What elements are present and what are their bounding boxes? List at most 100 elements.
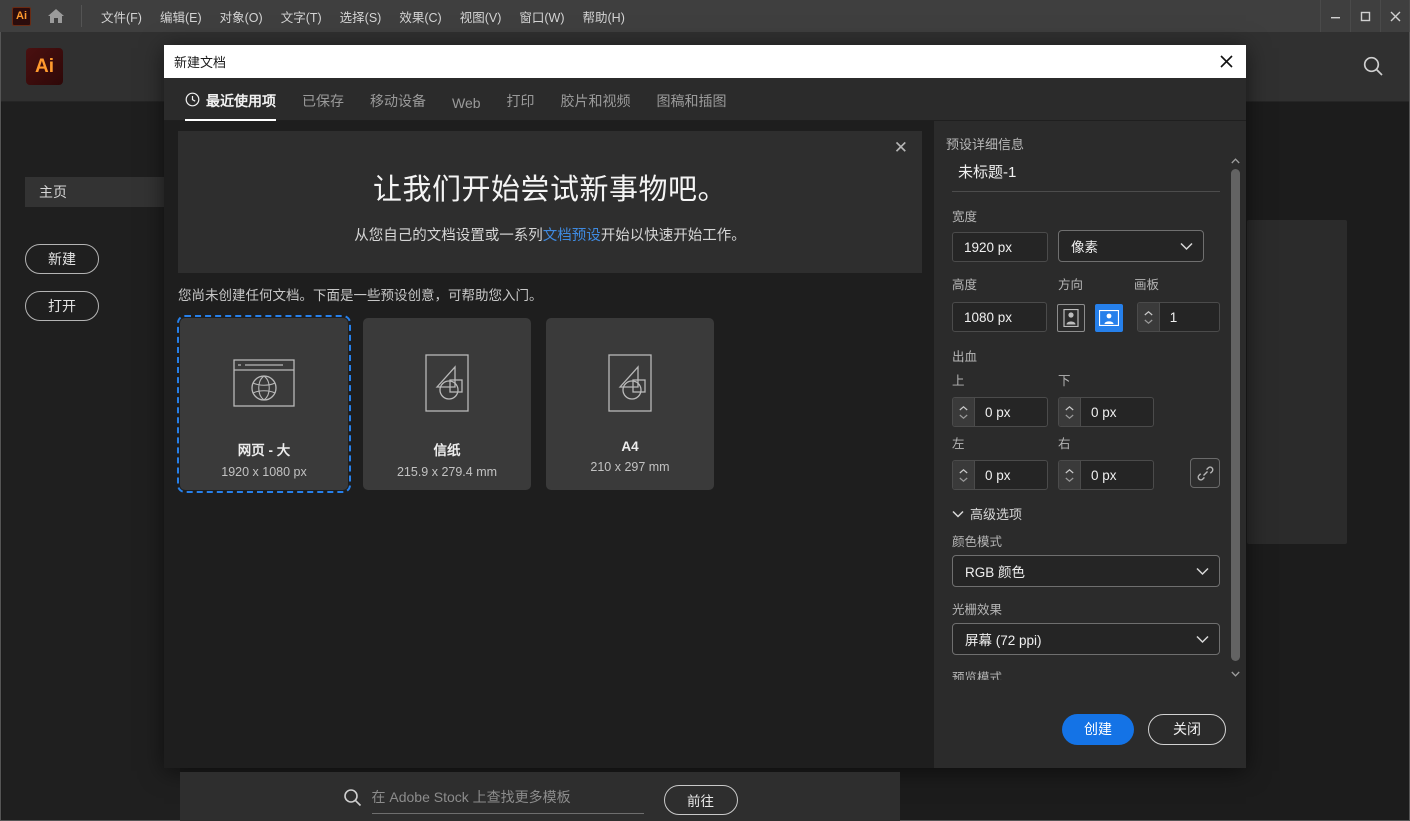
new-document-dialog: 新建文档 最近使用项 已保存 移动设备 Web 打印 胶片和视频 图稿和插图	[164, 45, 1246, 768]
banner-heading: 让我们开始尝试新事物吧。	[373, 166, 727, 208]
document-presets-link[interactable]: 文档预设	[543, 228, 601, 244]
adobe-stock-search-bar: 在 Adobe Stock 上查找更多模板 前往	[180, 772, 900, 821]
banner-subtitle: 从您自己的文档设置或一系列文档预设开始以快速开始工作。	[354, 224, 746, 245]
welcome-banner: ✕ 让我们开始尝试新事物吧。 从您自己的文档设置或一系列文档预设开始以快速开始工…	[178, 131, 922, 273]
units-value: 像素	[1071, 236, 1098, 256]
chevron-down-icon	[1196, 632, 1209, 647]
chevron-down-icon[interactable]	[1229, 668, 1242, 680]
minimize-icon[interactable]	[1320, 0, 1350, 32]
bleed-label: 出血	[952, 346, 1220, 365]
menu-effect[interactable]: 效果(C)	[390, 2, 450, 31]
illustrator-window: Ai 文件(F) 编辑(E) 对象(O) 文字(T) 选择(S) 效果(C) 视…	[0, 0, 1410, 821]
menu-file[interactable]: 文件(F)	[92, 2, 151, 31]
color-mode-value: RGB 颜色	[965, 561, 1025, 581]
chevron-down-icon	[1196, 564, 1209, 579]
stepper-arrows[interactable]	[953, 461, 975, 489]
menu-view[interactable]: 视图(V)	[451, 2, 511, 31]
close-button[interactable]: 关闭	[1148, 714, 1226, 745]
stock-search-input[interactable]: 在 Adobe Stock 上查找更多模板	[372, 787, 644, 814]
preset-card-a4[interactable]: A4 210 x 297 mm	[546, 318, 714, 490]
document-name-input[interactable]: 未标题-1	[952, 155, 1220, 192]
menu-edit[interactable]: 编辑(E)	[151, 2, 211, 31]
bleed-left-stepper[interactable]: 0 px	[952, 460, 1048, 490]
dialog-close-icon[interactable]	[1212, 48, 1240, 75]
preset-title: 网页 - 大	[238, 439, 291, 459]
tab-film-video[interactable]: 胶片和视频	[561, 91, 631, 120]
banner-close-icon[interactable]: ✕	[894, 139, 908, 156]
home-left-rail	[2, 102, 180, 820]
bleed-top-value[interactable]: 0 px	[975, 398, 1047, 426]
stock-go-button[interactable]: 前往	[664, 785, 738, 815]
tab-recent[interactable]: 最近使用项	[185, 91, 276, 120]
scrollbar-thumb[interactable]	[1231, 169, 1240, 661]
illustrator-logo: Ai	[26, 48, 63, 85]
titlebar-divider	[81, 5, 82, 27]
raster-effects-value: 屏幕 (72 ppi)	[965, 629, 1042, 649]
stepper-arrows[interactable]	[1059, 398, 1081, 426]
bleed-top-stepper[interactable]: 0 px	[952, 397, 1048, 427]
web-globe-icon	[233, 352, 295, 414]
menu-object[interactable]: 对象(O)	[211, 2, 272, 31]
tab-recent-label: 最近使用项	[206, 91, 276, 111]
empty-state-hint: 您尚未创建任何文档。下面是一些预设创意，可帮助您入门。	[178, 284, 543, 304]
link-icon[interactable]	[1190, 458, 1220, 488]
menu-window[interactable]: 窗口(W)	[510, 2, 573, 31]
color-mode-label: 颜色模式	[952, 531, 1220, 550]
search-icon[interactable]	[1361, 54, 1385, 83]
advanced-options-toggle[interactable]: 高级选项	[952, 504, 1220, 523]
menu-type[interactable]: 文字(T)	[272, 2, 331, 31]
tab-mobile[interactable]: 移动设备	[370, 91, 426, 120]
window-controls	[1320, 0, 1410, 32]
width-label: 宽度	[952, 206, 1220, 225]
height-input[interactable]: 1080 px	[952, 302, 1047, 332]
open-button[interactable]: 打开	[25, 291, 99, 321]
orientation-landscape-icon[interactable]	[1095, 304, 1123, 332]
preview-mode-label: 预览模式	[952, 667, 1220, 680]
preset-card-letter[interactable]: 信纸 215.9 x 279.4 mm	[363, 318, 531, 490]
bleed-right-value[interactable]: 0 px	[1081, 461, 1153, 489]
details-scrollbar[interactable]	[1229, 155, 1242, 680]
preset-title: 信纸	[434, 439, 461, 459]
stepper-arrows[interactable]	[1059, 461, 1081, 489]
preset-size: 1920 x 1080 px	[221, 465, 307, 479]
preset-card-web-large[interactable]: 网页 - 大 1920 x 1080 px	[180, 318, 348, 490]
bleed-left-value[interactable]: 0 px	[975, 461, 1047, 489]
color-mode-select[interactable]: RGB 颜色	[952, 555, 1220, 587]
raster-effects-select[interactable]: 屏幕 (72 ppi)	[952, 623, 1220, 655]
advanced-options-label: 高级选项	[970, 504, 1022, 523]
bleed-bottom-stepper[interactable]: 0 px	[1058, 397, 1154, 427]
chevron-down-icon	[952, 506, 964, 521]
tab-web[interactable]: Web	[452, 95, 481, 120]
orientation-portrait-icon[interactable]	[1057, 304, 1085, 332]
tab-print[interactable]: 打印	[507, 91, 535, 120]
preset-title: A4	[621, 439, 638, 454]
units-select[interactable]: 像素	[1058, 230, 1204, 262]
stepper-arrows[interactable]	[1138, 303, 1160, 331]
clock-icon	[185, 92, 200, 110]
home-icon[interactable]	[45, 5, 67, 27]
banner-sub-before: 从您自己的文档设置或一系列	[354, 228, 543, 244]
background-card	[1247, 220, 1347, 544]
menu-select[interactable]: 选择(S)	[331, 2, 391, 31]
dialog-tabs: 最近使用项 已保存 移动设备 Web 打印 胶片和视频 图稿和插图	[164, 78, 1246, 121]
tab-art-illustration[interactable]: 图稿和插图	[657, 91, 727, 120]
dialog-title: 新建文档	[174, 52, 226, 71]
page-shapes-icon	[425, 352, 469, 414]
close-icon[interactable]	[1380, 0, 1410, 32]
maximize-icon[interactable]	[1350, 0, 1380, 32]
stepper-arrows[interactable]	[953, 398, 975, 426]
create-button[interactable]: 创建	[1062, 714, 1134, 745]
bleed-right-stepper[interactable]: 0 px	[1058, 460, 1154, 490]
bleed-bottom-value[interactable]: 0 px	[1081, 398, 1153, 426]
artboards-value[interactable]: 1	[1160, 303, 1219, 331]
tab-saved[interactable]: 已保存	[302, 91, 344, 120]
width-input[interactable]: 1920 px	[952, 232, 1048, 262]
chevron-down-icon	[1180, 239, 1193, 254]
new-button[interactable]: 新建	[25, 244, 99, 274]
menu-help[interactable]: 帮助(H)	[574, 2, 634, 31]
raster-effects-label: 光栅效果	[952, 599, 1220, 618]
artboards-label: 画板	[1134, 274, 1159, 293]
window-titlebar: Ai 文件(F) 编辑(E) 对象(O) 文字(T) 选择(S) 效果(C) 视…	[0, 0, 1410, 32]
artboards-stepper[interactable]: 1	[1137, 302, 1220, 332]
chevron-up-icon[interactable]	[1229, 155, 1242, 167]
